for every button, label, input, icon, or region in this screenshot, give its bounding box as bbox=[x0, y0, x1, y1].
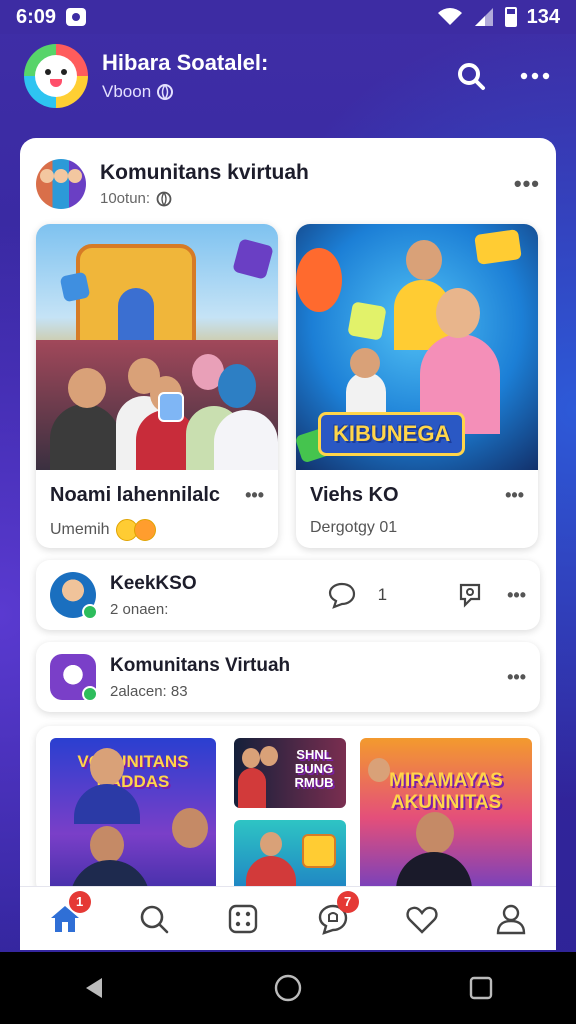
search-button[interactable] bbox=[454, 59, 488, 93]
media-tile[interactable]: SHNL BUNG RMUB bbox=[234, 738, 346, 808]
row-more-button[interactable]: ••• bbox=[507, 667, 526, 688]
search-icon bbox=[458, 63, 485, 90]
group-header[interactable]: Komunitans kvirtuah 10otun: ••• bbox=[36, 154, 540, 214]
media-tile[interactable]: VONUNITANS BADDAS bbox=[50, 738, 216, 896]
list-item[interactable]: KeekKSO 2 onaen: 1 ••• bbox=[36, 560, 540, 630]
floating-ball bbox=[296, 248, 342, 312]
comment-count: 1 bbox=[377, 585, 388, 604]
nav-chat[interactable]: 7 bbox=[313, 890, 359, 939]
nav-favorites[interactable] bbox=[402, 899, 442, 939]
media-tile-text: VONUNITANS BADDAS bbox=[77, 752, 189, 791]
post-more-button[interactable]: ••• bbox=[245, 485, 264, 506]
dice-icon bbox=[229, 904, 258, 933]
wifi-icon bbox=[437, 8, 462, 25]
post-title: Noami lahennilalc bbox=[50, 484, 221, 506]
battery-icon bbox=[504, 7, 517, 27]
nav-search[interactable] bbox=[134, 899, 174, 939]
profile-icon bbox=[497, 904, 526, 934]
app-header: Hibara Soatalel: Vboon bbox=[0, 34, 576, 118]
post-meta: Umemih bbox=[50, 519, 264, 541]
group-meta-text: 10otun: bbox=[100, 190, 151, 207]
nav-profile[interactable] bbox=[491, 899, 531, 939]
post-meta-text: Umemih bbox=[50, 521, 110, 538]
notification-badge: 1 bbox=[68, 890, 91, 913]
heart-icon bbox=[406, 906, 438, 934]
app-title: Hibara Soatalel: bbox=[102, 50, 269, 75]
status-bar: 6:09 134 bbox=[0, 0, 576, 34]
feed-card: Komunitans kvirtuah 10otun: ••• Noami la… bbox=[20, 138, 556, 950]
home-circle-icon[interactable] bbox=[273, 973, 303, 1003]
status-time: 6:09 bbox=[16, 5, 57, 28]
post-image[interactable]: KIBUNEGA bbox=[296, 224, 538, 470]
love-emoji-icon bbox=[133, 519, 156, 541]
more-horizontal-icon bbox=[520, 72, 550, 80]
post-more-button[interactable]: ••• bbox=[505, 485, 524, 506]
bottom-nav: 1 7 bbox=[20, 886, 556, 950]
floating-block bbox=[347, 301, 387, 341]
app-logo bbox=[24, 44, 88, 108]
battery-level: 134 bbox=[526, 5, 560, 28]
globe-icon bbox=[156, 191, 172, 207]
verified-badge-icon bbox=[82, 604, 98, 620]
row-title: KeekKSO bbox=[110, 572, 197, 594]
group-name: Komunitans kvirtuah bbox=[100, 161, 309, 184]
nav-home[interactable]: 1 bbox=[45, 890, 91, 939]
app-subtitle-text: Vboon bbox=[102, 82, 152, 101]
more-options-button[interactable] bbox=[518, 59, 552, 93]
search-icon bbox=[140, 905, 169, 933]
floating-block bbox=[232, 238, 274, 280]
camera-icon bbox=[66, 8, 87, 26]
post-card[interactable]: KIBUNEGA Viehs KO ••• Dergotgy 01 bbox=[296, 224, 538, 548]
media-tile-text: SHNL BUNG RMUB bbox=[294, 747, 334, 790]
row-meta: 2alacen: 83 bbox=[110, 682, 188, 700]
comment-icon[interactable] bbox=[328, 581, 356, 609]
system-nav-bar bbox=[0, 952, 576, 1024]
signal-icon bbox=[474, 8, 493, 26]
floating-block bbox=[59, 271, 91, 303]
media-tile[interactable]: MIRAMAYAS AKUNNITAS bbox=[360, 738, 532, 896]
group-avatar bbox=[36, 159, 86, 209]
verified-badge-icon bbox=[82, 686, 98, 702]
share-icon[interactable] bbox=[457, 581, 485, 609]
nav-games[interactable] bbox=[223, 899, 263, 939]
list-item[interactable]: Komunitans Virtuah 2alacen: 83 ••• bbox=[36, 642, 540, 712]
crowd-illustration bbox=[36, 340, 278, 470]
media-grid: VONUNITANS BADDAS SHNL BUNG RMUB MIRAMAY… bbox=[36, 726, 540, 896]
phone-illustration bbox=[158, 392, 184, 422]
floating-block bbox=[474, 229, 522, 265]
notification-badge: 7 bbox=[336, 890, 359, 913]
post-title: Viehs KO bbox=[310, 484, 399, 506]
app-subtitle: Vboon bbox=[102, 82, 454, 102]
row-title: Komunitans Virtuah bbox=[110, 654, 291, 676]
group-meta: 10otun: bbox=[100, 190, 309, 207]
avatar bbox=[50, 654, 98, 702]
recents-icon[interactable] bbox=[468, 975, 494, 1001]
media-tile[interactable] bbox=[234, 820, 346, 896]
post-meta: Dergotgy 01 bbox=[310, 519, 398, 536]
image-banner: KIBUNEGA bbox=[318, 412, 466, 456]
globe-icon bbox=[157, 84, 174, 101]
group-more-button[interactable]: ••• bbox=[514, 171, 540, 197]
avatar bbox=[50, 572, 98, 620]
row-more-button[interactable]: ••• bbox=[507, 585, 526, 606]
building-illustration bbox=[76, 244, 196, 358]
row-meta: 2 onaen: bbox=[110, 600, 169, 618]
post-image[interactable] bbox=[36, 224, 278, 470]
post-card[interactable]: Noami lahennilalc ••• Umemih bbox=[36, 224, 278, 548]
back-icon[interactable] bbox=[82, 975, 108, 1001]
